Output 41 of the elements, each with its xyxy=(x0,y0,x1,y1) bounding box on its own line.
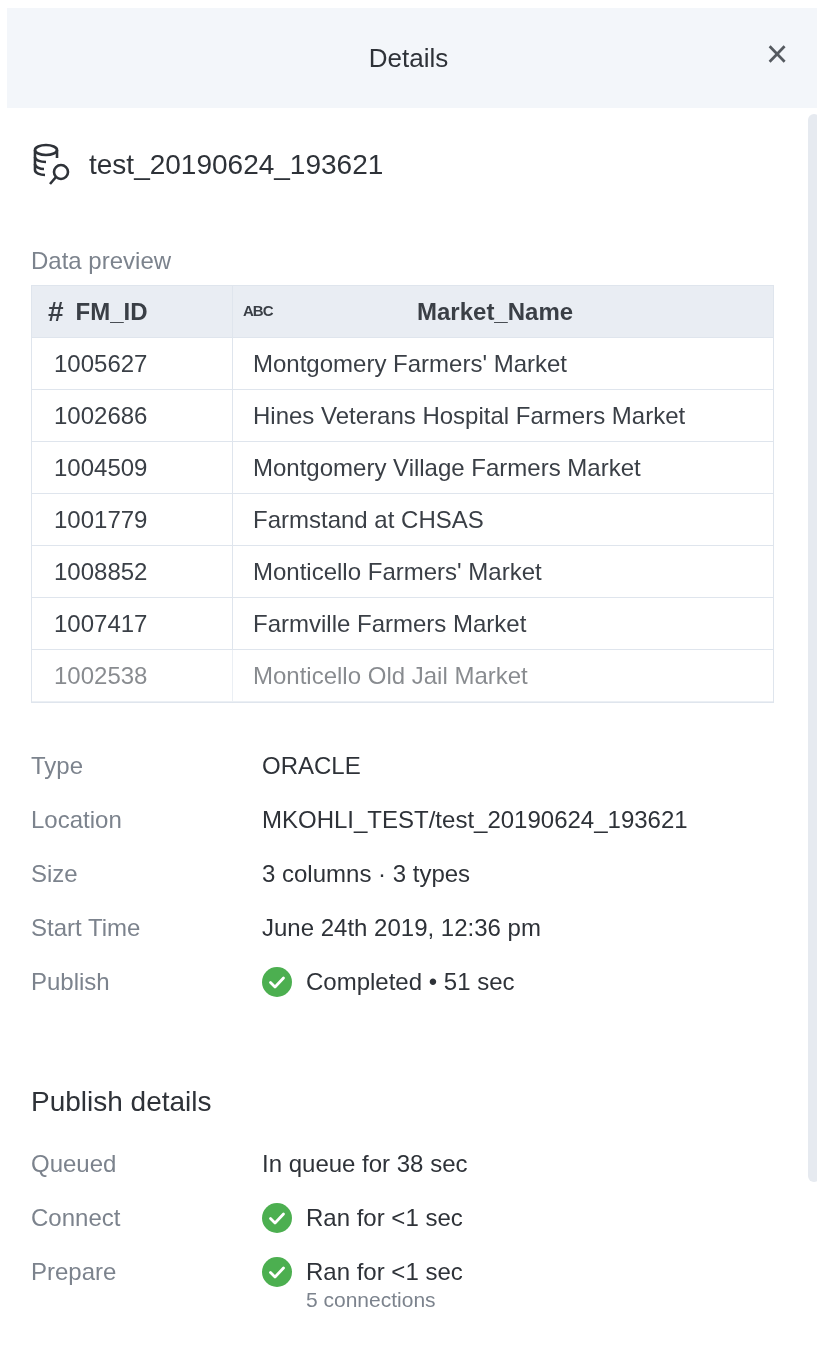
column-header: Market_Name xyxy=(417,296,574,327)
table-cell-text: Farmville Farmers Market xyxy=(253,608,527,639)
table-cell-text: Farmstand at CHSAS xyxy=(253,504,484,535)
dataset-name: test_20190624_193621 xyxy=(89,148,384,182)
table-cell-text: 1008852 xyxy=(54,556,148,587)
text-type-icon: ABC xyxy=(243,300,273,323)
property-label: Prepare xyxy=(31,1257,118,1287)
property-value: 3 columns · 3 types xyxy=(262,859,471,889)
property-label: Size xyxy=(31,859,79,889)
property-value: In queue for 38 sec xyxy=(262,1149,468,1179)
section-heading: Publish details xyxy=(31,1085,212,1119)
property-label: Type xyxy=(31,751,85,781)
table-cell-text: 1005627 xyxy=(54,348,148,379)
table-cell-text: Montgomery Village Farmers Market xyxy=(253,452,641,483)
property-value: ORACLE xyxy=(262,751,361,781)
property-label: Publish xyxy=(31,967,111,997)
property-label: Location xyxy=(31,805,123,835)
property-value: Completed • 51 sec xyxy=(306,967,515,997)
panel-title: Details xyxy=(368,41,449,75)
section-label: Data preview xyxy=(31,246,172,276)
table-cell-text: 1001779 xyxy=(54,504,148,535)
table-cell-text: Hines Veterans Hospital Farmers Market xyxy=(253,400,686,431)
property-label: Connect xyxy=(31,1203,122,1233)
table-cell-text: Montgomery Farmers' Market xyxy=(253,348,567,379)
table-cell-text: 1004509 xyxy=(54,452,148,483)
property-value: June 24th 2019, 12:36 pm xyxy=(262,913,541,943)
property-value: MKOHLI_TEST/test_20190624_193621 xyxy=(262,805,688,835)
table-cell-text: 1007417 xyxy=(54,608,148,639)
number-type-icon: # xyxy=(48,297,64,326)
property-value: Ran for <1 sec xyxy=(306,1257,463,1287)
property-label: Start Time xyxy=(31,913,142,943)
table-cell-text: 1002686 xyxy=(54,400,148,431)
property-value: Ran for <1 sec xyxy=(306,1203,463,1233)
table-cell-text: Monticello Farmers' Market xyxy=(253,556,542,587)
step-note: 5 connections xyxy=(306,1287,437,1313)
close-button[interactable]: × xyxy=(758,32,796,76)
scrollbar[interactable] xyxy=(808,114,817,1182)
table-cell-text: Monticello Old Jail Market xyxy=(253,660,528,691)
column-header: FM_ID xyxy=(75,296,148,327)
table-cell-text: 1002538 xyxy=(54,660,148,691)
property-label: Queued xyxy=(31,1149,118,1179)
